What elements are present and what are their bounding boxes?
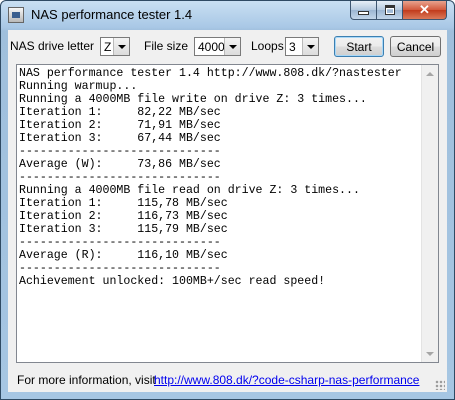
log-line: -----------------------------	[19, 236, 221, 249]
vertical-scrollbar[interactable]	[421, 65, 438, 362]
log-line: Iteration 2: 71,91 MB/sec	[19, 119, 221, 132]
log-textbox[interactable]: NAS performance tester 1.4 http://www.80…	[16, 64, 439, 363]
size-grip-icon[interactable]	[435, 380, 445, 390]
app-window: NAS performance tester 1.4 ✕ NAS drive l…	[0, 0, 455, 400]
maximize-button[interactable]	[377, 1, 403, 20]
maximize-icon	[384, 5, 395, 15]
drive-letter-value: Z	[104, 40, 112, 54]
caption-buttons: ✕	[350, 1, 447, 21]
dropdown-arrow-icon[interactable]	[302, 38, 318, 55]
file-size-value: 4000	[198, 40, 225, 54]
loops-select[interactable]: 3	[285, 37, 319, 56]
minimize-icon	[358, 11, 369, 15]
dropdown-arrow-icon[interactable]	[113, 38, 129, 55]
loops-label: Loops	[251, 39, 284, 53]
dropdown-arrow-icon[interactable]	[224, 38, 240, 55]
log-line: Iteration 3: 67,44 MB/sec	[19, 132, 221, 145]
log-line: Running a 4000MB file write on drive Z: …	[19, 93, 367, 106]
loops-value: 3	[289, 40, 296, 54]
file-size-select[interactable]: 4000	[194, 37, 241, 56]
file-size-label: File size	[144, 39, 189, 53]
log-line: Running a 4000MB file read on drive Z: 3…	[19, 184, 360, 197]
drive-letter-label: NAS drive letter	[10, 39, 95, 53]
close-button[interactable]: ✕	[403, 1, 447, 20]
log-line: Iteration 1: 115,78 MB/sec	[19, 197, 228, 210]
log-line: Achievement unlocked: 100MB+/sec read sp…	[19, 275, 326, 288]
log-line: -----------------------------	[19, 262, 221, 275]
log-line: Running warmup...	[19, 80, 138, 93]
title-bar[interactable]: NAS performance tester 1.4 ✕	[1, 1, 454, 29]
log-line: Iteration 2: 116,73 MB/sec	[19, 210, 228, 223]
log-text: NAS performance tester 1.4 http://www.80…	[19, 67, 421, 360]
log-line: Average (R): 116,10 MB/sec	[19, 249, 228, 262]
log-line: Average (W): 73,86 MB/sec	[19, 158, 221, 171]
log-line: NAS performance tester 1.4 http://www.80…	[19, 67, 402, 80]
scroll-up-icon[interactable]	[422, 65, 438, 82]
drive-letter-select[interactable]: Z	[100, 37, 130, 56]
footer-info-text: For more information, visit	[17, 373, 156, 387]
log-line: -----------------------------	[19, 145, 221, 158]
scroll-down-icon[interactable]	[422, 345, 438, 362]
log-line: Iteration 3: 115,79 MB/sec	[19, 223, 228, 236]
log-line: Iteration 1: 82,22 MB/sec	[19, 106, 221, 119]
window-title: NAS performance tester 1.4	[31, 7, 193, 22]
footer-link[interactable]: http://www.808.dk/?code-csharp-nas-perfo…	[154, 373, 419, 387]
start-button[interactable]: Start	[334, 36, 384, 57]
cancel-button[interactable]: Cancel	[390, 36, 441, 57]
client-area: NAS drive letter Z File size 4000 Loops …	[8, 30, 447, 392]
minimize-button[interactable]	[350, 1, 377, 20]
app-icon[interactable]	[8, 7, 24, 23]
close-icon: ✕	[419, 2, 430, 17]
log-line: -----------------------------	[19, 171, 221, 184]
